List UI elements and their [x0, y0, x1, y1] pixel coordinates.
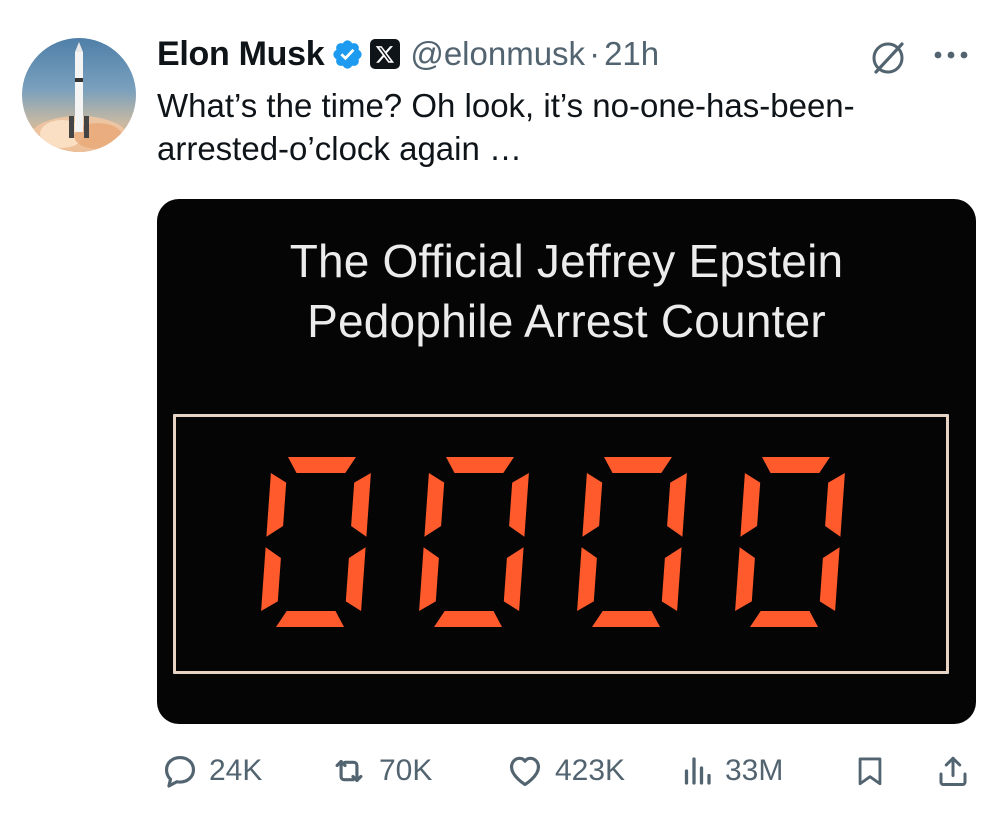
separator-dot: · [589, 35, 601, 72]
digit-segment [735, 547, 755, 611]
bookmark-button[interactable] [853, 748, 887, 794]
repost-count: 70K [379, 754, 433, 787]
media-title: The Official Jeffrey Epstein Pedophile A… [157, 231, 976, 351]
digit-segment [503, 547, 524, 611]
like-count: 423K [555, 754, 626, 787]
digit-segment [509, 473, 529, 537]
post-text: What’s the time? Oh look, it’s no-one-ha… [157, 87, 855, 167]
like-icon [509, 756, 541, 787]
post-header: Elon Musk @elonmusk · 21h [157, 30, 659, 78]
digit-segment [740, 473, 761, 537]
digit-segment [825, 473, 845, 537]
action-bar: 24K 70K 423K 33M [157, 748, 977, 794]
like-button[interactable]: 423K [505, 748, 625, 794]
share-button[interactable] [935, 748, 971, 794]
media-title-line-1: The Official Jeffrey Epstein [289, 235, 844, 287]
grok-icon[interactable] [868, 38, 908, 78]
reply-button[interactable]: 24K [161, 748, 262, 794]
digit-segment [351, 473, 371, 537]
bookmark-icon [858, 757, 882, 786]
views-icon [684, 757, 711, 785]
views-button[interactable]: 33M [679, 748, 783, 794]
digit-segment [819, 547, 840, 611]
author-name[interactable]: Elon Musk [157, 35, 325, 74]
more-icon[interactable] [932, 40, 970, 70]
digit-segment [592, 611, 660, 627]
digit-segment [446, 457, 514, 473]
digit-segment [577, 547, 597, 611]
post-time[interactable]: 21h [604, 35, 659, 73]
avatar[interactable] [22, 38, 136, 152]
reply-icon [164, 755, 196, 788]
digit-segment [667, 473, 687, 537]
digit-segment [261, 547, 281, 611]
view-count: 33M [725, 754, 784, 787]
verified-badge-icon[interactable] [331, 38, 364, 71]
digit-segment [419, 547, 439, 611]
reply-count: 24K [209, 754, 263, 787]
media-title-line-2: Pedophile Arrest Counter [307, 295, 826, 347]
post-media[interactable]: The Official Jeffrey Epstein Pedophile A… [157, 199, 976, 724]
digit-segment [750, 611, 818, 627]
digit-segment [762, 457, 830, 473]
digit-segment [345, 547, 366, 611]
digit-segment [288, 457, 356, 473]
counter-digits [261, 457, 845, 627]
x-affiliate-icon[interactable] [370, 39, 401, 69]
arrest-counter-display [173, 414, 949, 674]
digit-segment [276, 611, 344, 627]
repost-button[interactable]: 70K [329, 748, 432, 794]
digit-segment [266, 473, 287, 537]
digit-segment [604, 457, 672, 473]
share-icon [939, 756, 967, 786]
author-handle[interactable]: @elonmusk [410, 35, 585, 73]
rocket-launch-image [29, 42, 129, 152]
digit-segment [424, 473, 445, 537]
digit-segment [661, 547, 682, 611]
repost-icon [335, 759, 363, 783]
digit-segment [434, 611, 502, 627]
digit-segment [582, 473, 603, 537]
